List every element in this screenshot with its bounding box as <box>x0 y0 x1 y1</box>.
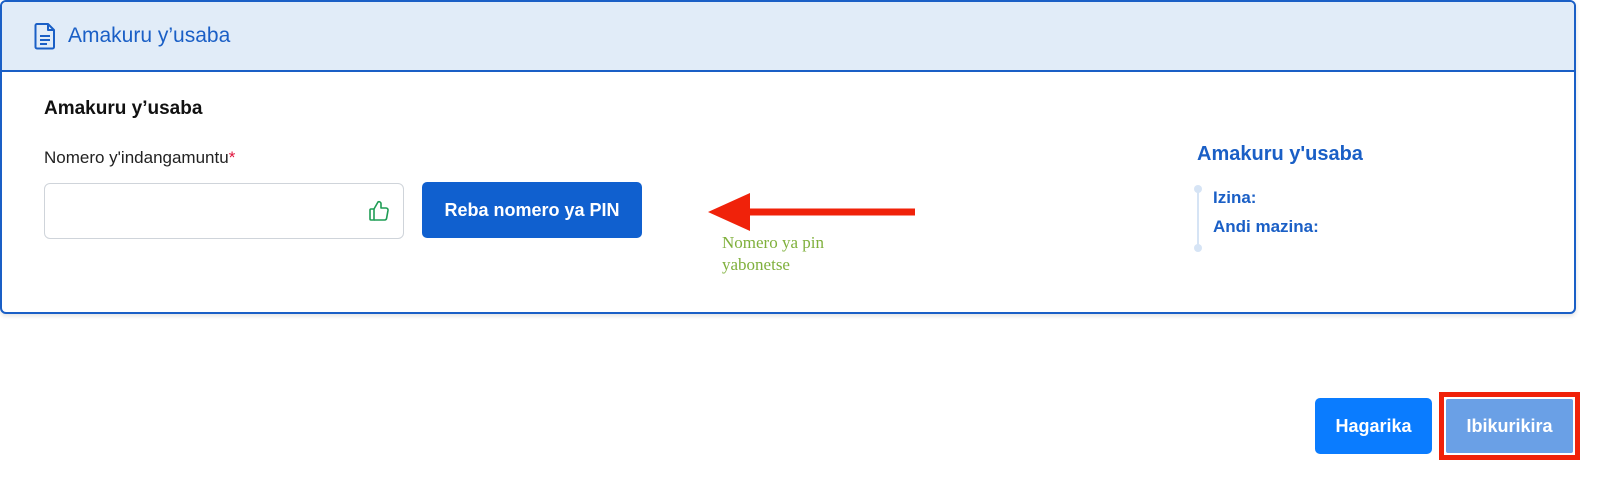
thumbs-up-icon <box>367 199 391 223</box>
cancel-button[interactable]: Hagarika <box>1315 398 1432 454</box>
annotation-arrow <box>708 193 915 231</box>
id-number-input[interactable] <box>45 184 403 238</box>
summary-title: Amakuru y'usaba <box>1197 143 1363 165</box>
check-pin-button[interactable]: Reba nomero ya PIN <box>422 182 642 238</box>
annotation-note-line2: yabonetse <box>722 255 790 274</box>
summary-names-label: Izina: <box>1213 188 1257 207</box>
next-button[interactable]: Ibikurikira <box>1446 399 1573 453</box>
id-number-label: Nomero y'indangamuntu* <box>44 148 235 168</box>
panel-header: Amakuru y’usaba <box>2 2 1574 72</box>
id-number-label-text: Nomero y'indangamuntu <box>44 148 229 167</box>
section-title: Amakuru y’usaba <box>44 98 203 119</box>
summary-rail-dot-top <box>1194 185 1202 193</box>
applicant-info-panel: Amakuru y’usaba Amakuru y’usaba Nomero y… <box>0 0 1576 314</box>
panel-header-title: Amakuru y’usaba <box>68 24 231 47</box>
summary-rail-dot-bottom <box>1194 244 1202 252</box>
annotation-note-line1: Nomero ya pin <box>722 233 824 252</box>
required-asterisk: * <box>228 148 236 167</box>
id-number-field-wrapper <box>44 183 404 239</box>
document-icon <box>32 22 58 50</box>
summary-rail <box>1197 188 1199 248</box>
annotation-note: Nomero ya pin yabonetse <box>722 232 882 276</box>
summary-other-names-label: Andi mazina: <box>1213 217 1319 236</box>
summary-list: Izina: Andi mazina: <box>1194 184 1497 252</box>
